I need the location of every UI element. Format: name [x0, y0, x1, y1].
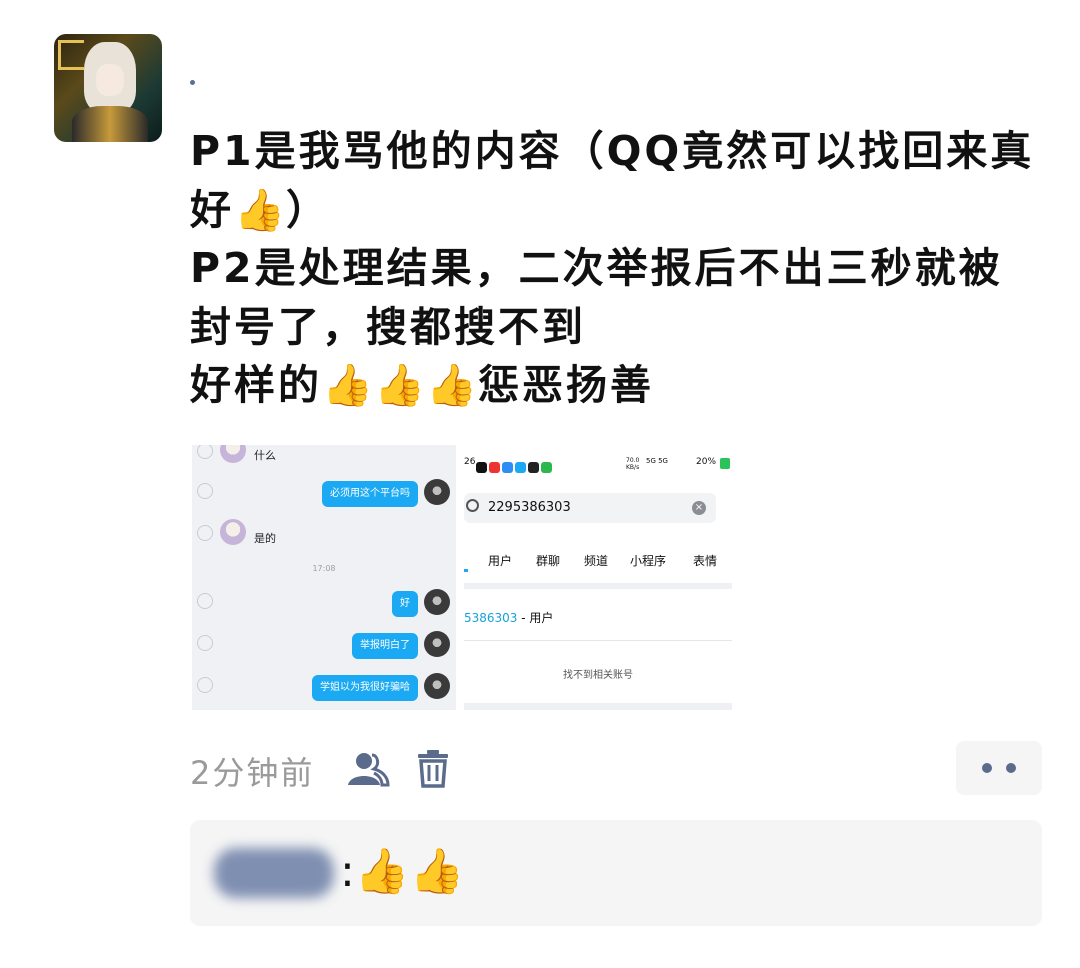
- self-avatar: [424, 631, 450, 657]
- select-radio: [197, 677, 213, 693]
- comment-area: :👍👍: [190, 820, 1042, 926]
- post-text-justice: 惩恶扬善: [478, 361, 654, 409]
- chat-bubble-sent: 学姐以为我很好骗哈: [312, 675, 418, 701]
- divider: [464, 640, 732, 641]
- post-text: P1是我骂他的内容（QQ竟然可以找回来真 好👍） P2是处理结果，二次举报后不出…: [190, 122, 1040, 415]
- tab-stickers[interactable]: 表情: [693, 552, 717, 569]
- delete-trash-icon[interactable]: [416, 750, 450, 788]
- select-radio: [197, 635, 213, 651]
- chat-bubble-sent: 好: [392, 591, 418, 617]
- result-number: 5386303: [464, 611, 518, 625]
- thumbs-up-emoji: 👍: [374, 361, 429, 409]
- tab-mini-programs[interactable]: 小程序: [630, 552, 666, 569]
- search-input[interactable]: 2295386303: [488, 500, 571, 515]
- app-icon: [515, 462, 526, 473]
- tab-groups[interactable]: 群聊: [536, 552, 560, 569]
- self-avatar: [424, 479, 450, 505]
- post-timestamp: 2分钟前: [190, 754, 315, 792]
- section-divider: [464, 703, 732, 710]
- thumbs-up-emoji: 👍: [426, 361, 481, 409]
- select-radio: [197, 593, 213, 609]
- visibility-friends-icon[interactable]: [346, 751, 390, 787]
- attached-image-chat[interactable]: 什么 必须用这个平台吗 是的 17:08 好 举报明白了 学姐以为我很好骗哈: [192, 445, 456, 710]
- chat-bubble-sent: 必须用这个平台吗: [322, 481, 418, 507]
- post-text-good: 好: [190, 185, 234, 234]
- app-icon: [502, 462, 513, 473]
- select-radio: [197, 525, 213, 541]
- tab-users[interactable]: 用户: [488, 552, 512, 569]
- comment-text: :👍👍: [340, 846, 465, 897]
- post-text-close-paren: ）: [286, 185, 330, 234]
- search-result-row[interactable]: 5386303 - 用户: [464, 609, 553, 626]
- user-avatar[interactable]: [54, 34, 162, 142]
- avatar-logo-glyph: [58, 40, 84, 70]
- contact-avatar: [220, 445, 246, 463]
- empty-result-text: 找不到相关账号: [563, 670, 633, 681]
- self-avatar: [424, 673, 450, 699]
- post-line-4: 封号了，搜都搜不到: [190, 302, 586, 351]
- app-icon: [476, 462, 487, 473]
- close-circle-icon[interactable]: ×: [692, 501, 706, 515]
- post-line-2: 好👍）: [190, 181, 1040, 240]
- chat-bubble-sent: 举报明白了: [352, 633, 418, 659]
- status-time: 26: [464, 457, 476, 467]
- self-avatar: [424, 589, 450, 615]
- nickname-dot[interactable]: [190, 80, 195, 85]
- select-radio: [197, 483, 213, 499]
- select-radio: [197, 445, 213, 459]
- more-actions-button[interactable]: [956, 741, 1042, 795]
- contact-avatar: [220, 519, 246, 545]
- status-battery-text: 20%: [696, 457, 717, 467]
- app-icon: [489, 462, 500, 473]
- chat-message: 是的: [254, 532, 276, 545]
- avatar-armor: [72, 106, 148, 142]
- status-network-speed: 70.0 KB/s: [626, 457, 640, 471]
- commenter-name-blurred[interactable]: [214, 848, 334, 898]
- thumbs-up-emoji: 👍: [322, 361, 377, 409]
- avatar-face: [96, 64, 124, 96]
- search-icon: [466, 499, 479, 512]
- dot-icon: [982, 763, 992, 773]
- post-line-3: P2是处理结果，二次举报后不出三秒就被: [190, 244, 1003, 292]
- attached-image-search[interactable]: 26 70.0 KB/s 5G 5G 20% 2295386303 × 用户 群…: [464, 445, 732, 710]
- app-icon: [541, 462, 552, 473]
- post-text-well-done: 好样的: [190, 361, 322, 409]
- battery-icon: [720, 458, 730, 469]
- search-bar[interactable]: 2295386303 ×: [464, 493, 716, 523]
- post-line-1: P1是我骂他的内容（QQ竟然可以找回来真: [190, 127, 1035, 175]
- thumbs-up-emoji: 👍: [234, 185, 289, 234]
- status-signal: 5G 5G: [646, 457, 668, 465]
- status-app-icons: [476, 457, 554, 476]
- chat-timestamp: 17:08: [312, 564, 336, 573]
- app-icon: [528, 462, 539, 473]
- tab-channels[interactable]: 频道: [584, 552, 608, 569]
- result-type: - 用户: [521, 611, 554, 625]
- section-divider: [464, 583, 732, 589]
- tab-indicator: [464, 569, 468, 572]
- chat-message: 什么: [254, 449, 276, 462]
- dot-icon: [1006, 763, 1016, 773]
- post-line-5: 好样的👍👍👍惩恶扬善: [190, 356, 1040, 415]
